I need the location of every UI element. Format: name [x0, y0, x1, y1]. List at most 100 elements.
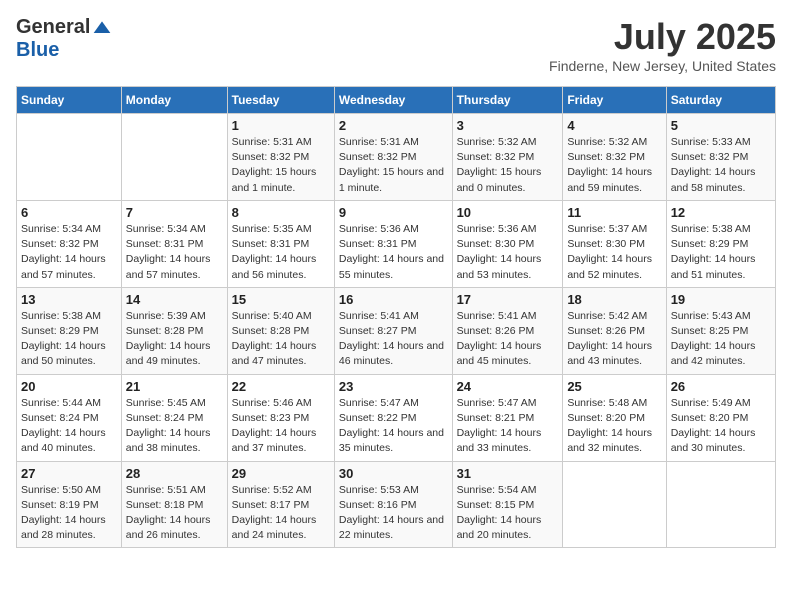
calendar-cell: 5 Sunrise: 5:33 AMSunset: 8:32 PMDaylight…: [666, 114, 775, 201]
day-detail: Sunrise: 5:39 AMSunset: 8:28 PMDaylight:…: [126, 309, 223, 370]
calendar-cell: 17Sunrise: 5:41 AMSunset: 8:26 PMDayligh…: [452, 287, 563, 374]
calendar-cell: 23Sunrise: 5:47 AMSunset: 8:22 PMDayligh…: [334, 374, 452, 461]
day-detail: Sunrise: 5:31 AMSunset: 8:32 PMDaylight:…: [232, 135, 330, 196]
day-detail: Sunrise: 5:34 AMSunset: 8:32 PMDaylight:…: [21, 222, 117, 283]
day-number: 22: [232, 379, 330, 394]
week-row-3: 13 Sunrise: 5:38 AMSunset: 8:29 PMDayligh…: [17, 287, 776, 374]
calendar-cell: 2 Sunrise: 5:31 AMSunset: 8:32 PMDaylight…: [334, 114, 452, 201]
logo-icon: [92, 18, 112, 38]
month-year: July 2025: [549, 16, 776, 58]
day-number: 14: [126, 292, 223, 307]
logo: General Blue: [16, 16, 112, 62]
calendar-cell: 19 Sunrise: 5:43 AMSunset: 8:25 PMDayligh…: [666, 287, 775, 374]
day-detail: Sunrise: 5:32 AMSunset: 8:32 PMDaylight:…: [567, 135, 661, 196]
weekday-header-saturday: Saturday: [666, 87, 775, 114]
day-detail: Sunrise: 5:31 AMSunset: 8:32 PMDaylight:…: [339, 135, 448, 196]
day-detail: Sunrise: 5:33 AMSunset: 8:32 PMDaylight:…: [671, 135, 771, 196]
calendar-cell: 13 Sunrise: 5:38 AMSunset: 8:29 PMDayligh…: [17, 287, 122, 374]
day-number: 4: [567, 118, 661, 133]
day-detail: Sunrise: 5:51 AMSunset: 8:18 PMDaylight:…: [126, 483, 223, 544]
day-detail: Sunrise: 5:40 AMSunset: 8:28 PMDaylight:…: [232, 309, 330, 370]
calendar-cell: 16 Sunrise: 5:41 AMSunset: 8:27 PMDayligh…: [334, 287, 452, 374]
day-number: 1: [232, 118, 330, 133]
calendar-cell: 8Sunrise: 5:35 AMSunset: 8:31 PMDaylight…: [227, 200, 334, 287]
day-detail: Sunrise: 5:35 AMSunset: 8:31 PMDaylight:…: [232, 222, 330, 283]
day-number: 6: [21, 205, 117, 220]
calendar-cell: 11 Sunrise: 5:37 AMSunset: 8:30 PMDayligh…: [563, 200, 666, 287]
day-number: 13: [21, 292, 117, 307]
day-number: 30: [339, 466, 448, 481]
calendar-cell: 12Sunrise: 5:38 AMSunset: 8:29 PMDayligh…: [666, 200, 775, 287]
day-number: 23: [339, 379, 448, 394]
day-number: 2: [339, 118, 448, 133]
day-detail: Sunrise: 5:54 AMSunset: 8:15 PMDaylight:…: [457, 483, 559, 544]
weekday-header-monday: Monday: [121, 87, 227, 114]
calendar-cell: [563, 461, 666, 548]
calendar-cell: [121, 114, 227, 201]
weekday-header-sunday: Sunday: [17, 87, 122, 114]
day-number: 5: [671, 118, 771, 133]
day-detail: Sunrise: 5:45 AMSunset: 8:24 PMDaylight:…: [126, 396, 223, 457]
calendar-cell: 10 Sunrise: 5:36 AMSunset: 8:30 PMDayligh…: [452, 200, 563, 287]
day-detail: Sunrise: 5:34 AMSunset: 8:31 PMDaylight:…: [126, 222, 223, 283]
calendar-table: SundayMondayTuesdayWednesdayThursdayFrid…: [16, 86, 776, 548]
calendar-cell: [17, 114, 122, 201]
logo-general-text: General: [16, 16, 90, 39]
day-detail: Sunrise: 5:37 AMSunset: 8:30 PMDaylight:…: [567, 222, 661, 283]
calendar-cell: 20 Sunrise: 5:44 AMSunset: 8:24 PMDayligh…: [17, 374, 122, 461]
calendar-cell: 3 Sunrise: 5:32 AMSunset: 8:32 PMDaylight…: [452, 114, 563, 201]
week-row-1: 1 Sunrise: 5:31 AMSunset: 8:32 PMDaylight…: [17, 114, 776, 201]
day-detail: Sunrise: 5:44 AMSunset: 8:24 PMDaylight:…: [21, 396, 117, 457]
weekday-header-row: SundayMondayTuesdayWednesdayThursdayFrid…: [17, 87, 776, 114]
calendar-cell: 18 Sunrise: 5:42 AMSunset: 8:26 PMDayligh…: [563, 287, 666, 374]
day-detail: Sunrise: 5:49 AMSunset: 8:20 PMDaylight:…: [671, 396, 771, 457]
calendar-cell: [666, 461, 775, 548]
calendar-cell: 29 Sunrise: 5:52 AMSunset: 8:17 PMDayligh…: [227, 461, 334, 548]
calendar-cell: 9 Sunrise: 5:36 AMSunset: 8:31 PMDaylight…: [334, 200, 452, 287]
day-detail: Sunrise: 5:36 AMSunset: 8:31 PMDaylight:…: [339, 222, 448, 283]
day-number: 27: [21, 466, 117, 481]
day-detail: Sunrise: 5:38 AMSunset: 8:29 PMDaylight:…: [21, 309, 117, 370]
day-number: 9: [339, 205, 448, 220]
location: Finderne, New Jersey, United States: [549, 58, 776, 74]
day-number: 3: [457, 118, 559, 133]
calendar-cell: 1 Sunrise: 5:31 AMSunset: 8:32 PMDaylight…: [227, 114, 334, 201]
day-number: 20: [21, 379, 117, 394]
day-number: 10: [457, 205, 559, 220]
day-number: 7: [126, 205, 223, 220]
day-number: 26: [671, 379, 771, 394]
day-number: 25: [567, 379, 661, 394]
week-row-2: 6 Sunrise: 5:34 AMSunset: 8:32 PMDaylight…: [17, 200, 776, 287]
day-detail: Sunrise: 5:52 AMSunset: 8:17 PMDaylight:…: [232, 483, 330, 544]
day-number: 21: [126, 379, 223, 394]
day-detail: Sunrise: 5:36 AMSunset: 8:30 PMDaylight:…: [457, 222, 559, 283]
day-number: 16: [339, 292, 448, 307]
day-number: 11: [567, 205, 661, 220]
calendar-cell: 30Sunrise: 5:53 AMSunset: 8:16 PMDayligh…: [334, 461, 452, 548]
day-number: 18: [567, 292, 661, 307]
day-number: 31: [457, 466, 559, 481]
calendar-cell: 22 Sunrise: 5:46 AMSunset: 8:23 PMDayligh…: [227, 374, 334, 461]
week-row-5: 27Sunrise: 5:50 AMSunset: 8:19 PMDayligh…: [17, 461, 776, 548]
day-number: 19: [671, 292, 771, 307]
day-number: 12: [671, 205, 771, 220]
day-detail: Sunrise: 5:43 AMSunset: 8:25 PMDaylight:…: [671, 309, 771, 370]
day-number: 29: [232, 466, 330, 481]
day-number: 15: [232, 292, 330, 307]
calendar-cell: 27Sunrise: 5:50 AMSunset: 8:19 PMDayligh…: [17, 461, 122, 548]
title-block: July 2025 Finderne, New Jersey, United S…: [549, 16, 776, 74]
week-row-4: 20 Sunrise: 5:44 AMSunset: 8:24 PMDayligh…: [17, 374, 776, 461]
calendar-cell: 21 Sunrise: 5:45 AMSunset: 8:24 PMDayligh…: [121, 374, 227, 461]
calendar-cell: 15 Sunrise: 5:40 AMSunset: 8:28 PMDayligh…: [227, 287, 334, 374]
day-detail: Sunrise: 5:41 AMSunset: 8:27 PMDaylight:…: [339, 309, 448, 370]
page-header: General Blue July 2025 Finderne, New Jer…: [16, 16, 776, 74]
calendar-cell: 7 Sunrise: 5:34 AMSunset: 8:31 PMDaylight…: [121, 200, 227, 287]
logo-blue-text: Blue: [16, 39, 59, 62]
day-number: 28: [126, 466, 223, 481]
weekday-header-tuesday: Tuesday: [227, 87, 334, 114]
day-detail: Sunrise: 5:47 AMSunset: 8:21 PMDaylight:…: [457, 396, 559, 457]
day-detail: Sunrise: 5:46 AMSunset: 8:23 PMDaylight:…: [232, 396, 330, 457]
day-detail: Sunrise: 5:42 AMSunset: 8:26 PMDaylight:…: [567, 309, 661, 370]
day-detail: Sunrise: 5:32 AMSunset: 8:32 PMDaylight:…: [457, 135, 559, 196]
calendar-cell: 6 Sunrise: 5:34 AMSunset: 8:32 PMDaylight…: [17, 200, 122, 287]
